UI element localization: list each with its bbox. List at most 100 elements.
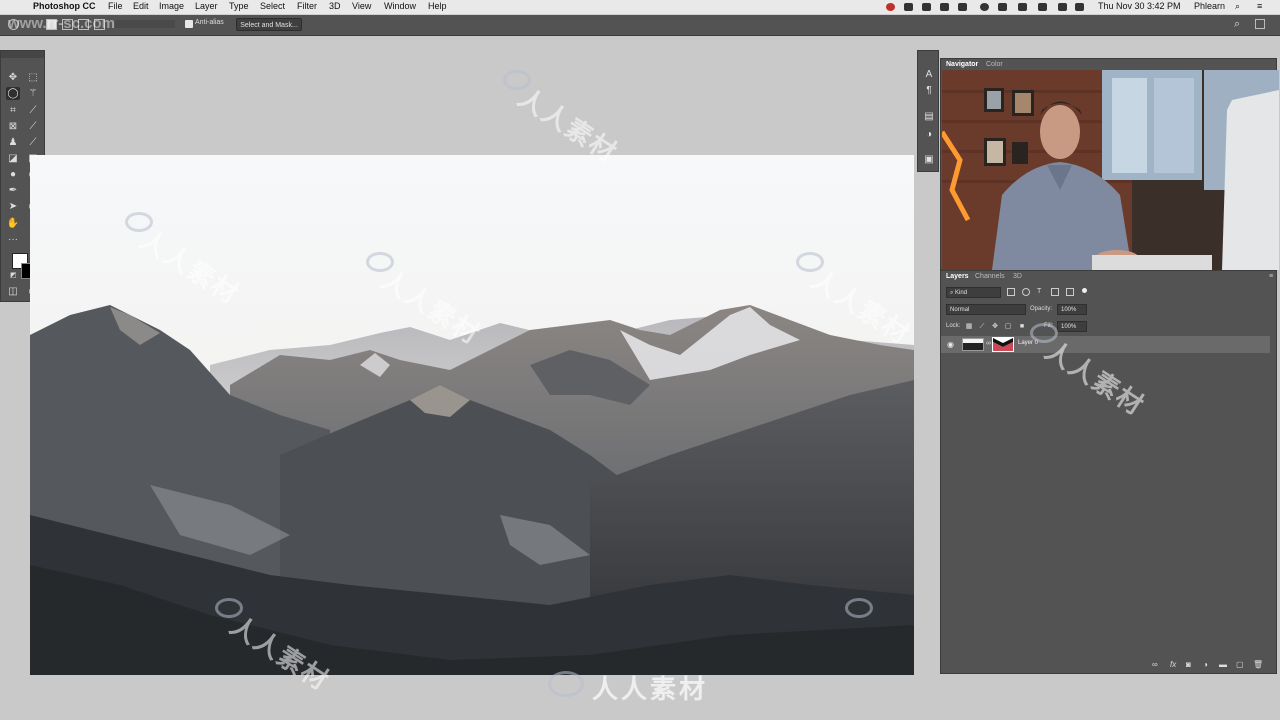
- spotlight-icon[interactable]: ⌕: [1235, 1, 1240, 12]
- properties-panel-icon[interactable]: ▣: [922, 154, 936, 167]
- time-machine-icon[interactable]: [980, 3, 989, 11]
- menu-window[interactable]: Window: [384, 1, 416, 11]
- add-mask-icon[interactable]: ◙: [1186, 660, 1191, 669]
- layers-panel: Layers Channels 3D ≡ ⌕ Kind T Normal Opa…: [940, 270, 1277, 674]
- magic-wand-icon[interactable]: ⚚: [26, 87, 40, 100]
- sync-icon[interactable]: [940, 3, 949, 11]
- menu-type[interactable]: Type: [229, 1, 249, 11]
- filter-kind-value: Kind: [955, 290, 968, 296]
- tab-navigator[interactable]: Navigator: [946, 61, 978, 68]
- app-menu[interactable]: Photoshop CC: [33, 1, 96, 11]
- tab-color[interactable]: Color: [986, 61, 1003, 68]
- quick-mask-icon[interactable]: ◫: [6, 285, 20, 298]
- tab-layers[interactable]: Layers: [946, 273, 969, 280]
- panel-menu-icon[interactable]: ≡: [1269, 273, 1273, 280]
- new-layer-icon[interactable]: ▢: [1236, 660, 1244, 669]
- libraries-panel-icon[interactable]: ▤: [922, 111, 936, 124]
- default-colors-icon[interactable]: ◩: [10, 271, 17, 279]
- link-layers-icon[interactable]: ∞: [1152, 660, 1158, 669]
- creative-cloud-icon[interactable]: [922, 3, 931, 11]
- notification-center-icon[interactable]: ≡: [1257, 1, 1262, 11]
- blend-mode-dropdown[interactable]: Normal: [946, 304, 1026, 315]
- frame-icon[interactable]: ⊠: [6, 120, 20, 133]
- tab-3d[interactable]: 3D: [1013, 273, 1022, 280]
- opacity-label: Opacity:: [1030, 306, 1053, 312]
- lock-all-icon[interactable]: ■: [1018, 323, 1026, 331]
- paragraph-panel-icon[interactable]: ¶: [922, 85, 936, 98]
- battery-icon[interactable]: [1075, 3, 1084, 11]
- volume-icon[interactable]: [1058, 3, 1067, 11]
- lock-image-icon[interactable]: ⟋: [978, 323, 986, 331]
- adjustments-panel-icon[interactable]: ◑: [922, 129, 936, 142]
- lock-transparent-icon[interactable]: ▦: [965, 323, 973, 331]
- blur-icon[interactable]: ●: [6, 168, 20, 181]
- mask-link-icon[interactable]: ∞: [986, 340, 991, 347]
- delete-layer-icon[interactable]: 🗑: [1253, 660, 1263, 669]
- clock-text[interactable]: Thu Nov 30 3:42 PM: [1098, 1, 1181, 11]
- stamp-icon[interactable]: ♟: [6, 136, 20, 149]
- path-select-icon[interactable]: ➤: [6, 200, 20, 213]
- feather-field[interactable]: [115, 20, 175, 28]
- new-adjustment-icon[interactable]: ◑: [1203, 660, 1208, 669]
- layer-thumbnail[interactable]: [962, 338, 984, 351]
- fill-field[interactable]: 100%: [1057, 321, 1087, 332]
- brush-icon[interactable]: ⟋: [26, 120, 40, 133]
- menu-help[interactable]: Help: [428, 1, 447, 11]
- bluetooth-icon[interactable]: [998, 3, 1007, 11]
- menu-layer[interactable]: Layer: [195, 1, 218, 11]
- record-icon[interactable]: [886, 3, 895, 11]
- menu-file[interactable]: File: [108, 1, 123, 11]
- menu-3d[interactable]: 3D: [329, 1, 341, 11]
- cloud-icon[interactable]: [904, 3, 913, 11]
- visibility-eye-icon[interactable]: ◉: [947, 340, 954, 349]
- filter-smart-object-icon[interactable]: [1066, 288, 1074, 296]
- eraser-icon[interactable]: ◪: [6, 152, 20, 165]
- filter-type-icon[interactable]: T: [1037, 288, 1045, 296]
- layer-style-icon[interactable]: fx: [1170, 660, 1176, 669]
- marquee-icon[interactable]: ⬚: [26, 71, 40, 84]
- eyedropper-icon[interactable]: ⟋: [26, 104, 40, 117]
- hand-icon[interactable]: ✋: [6, 217, 20, 230]
- lock-artboard-icon[interactable]: ▢: [1004, 323, 1012, 331]
- select-and-mask-button[interactable]: Select and Mask...: [236, 18, 302, 31]
- camera-icon[interactable]: [958, 3, 967, 11]
- pen-icon[interactable]: ✒: [6, 184, 20, 197]
- filter-shape-icon[interactable]: [1051, 288, 1059, 296]
- menu-view[interactable]: View: [352, 1, 371, 11]
- filter-adjustment-icon[interactable]: [1022, 288, 1030, 296]
- instructor-video: [942, 70, 1279, 270]
- opacity-field[interactable]: 100%: [1057, 304, 1087, 315]
- filter-kind-dropdown[interactable]: ⌕ Kind: [946, 287, 1001, 298]
- lasso-preset-icon[interactable]: [8, 19, 19, 30]
- user-name[interactable]: Phlearn: [1194, 1, 1225, 11]
- new-group-icon[interactable]: ▬: [1219, 660, 1227, 669]
- subtract-selection-icon[interactable]: [78, 19, 89, 30]
- add-selection-icon[interactable]: [62, 19, 73, 30]
- search-icon[interactable]: ⌕: [1234, 18, 1240, 31]
- menu-select[interactable]: Select: [260, 1, 285, 11]
- history-brush-icon[interactable]: ⟋: [26, 136, 40, 149]
- intersect-selection-icon[interactable]: [94, 19, 105, 30]
- new-selection-icon[interactable]: [46, 19, 57, 30]
- lock-position-icon[interactable]: ✥: [991, 323, 999, 331]
- layer-mask-thumbnail[interactable]: [992, 337, 1014, 352]
- menu-filter[interactable]: Filter: [297, 1, 317, 11]
- tab-channels[interactable]: Channels: [975, 273, 1005, 280]
- wifi-icon[interactable]: [1018, 3, 1027, 11]
- layer-row[interactable]: ◉ ∞ Layer 0: [941, 336, 1270, 353]
- document-canvas[interactable]: [30, 155, 914, 675]
- workspace-icon[interactable]: [1255, 19, 1265, 29]
- menu-edit[interactable]: Edit: [133, 1, 149, 11]
- anti-alias-checkbox[interactable]: [185, 20, 193, 28]
- lasso-icon[interactable]: ◯: [6, 87, 20, 100]
- move-icon[interactable]: ✥: [6, 71, 20, 84]
- more-tools-icon[interactable]: ···: [6, 233, 20, 246]
- toolbar-grip[interactable]: [1, 51, 44, 58]
- crop-icon[interactable]: ⌗: [6, 104, 20, 117]
- filter-toggle-icon[interactable]: [1082, 288, 1087, 293]
- menu-image[interactable]: Image: [159, 1, 184, 11]
- airplay-icon[interactable]: [1038, 3, 1047, 11]
- filter-pixel-icon[interactable]: [1007, 288, 1015, 296]
- character-panel-icon[interactable]: A: [922, 69, 936, 82]
- layer-name[interactable]: Layer 0: [1018, 340, 1038, 346]
